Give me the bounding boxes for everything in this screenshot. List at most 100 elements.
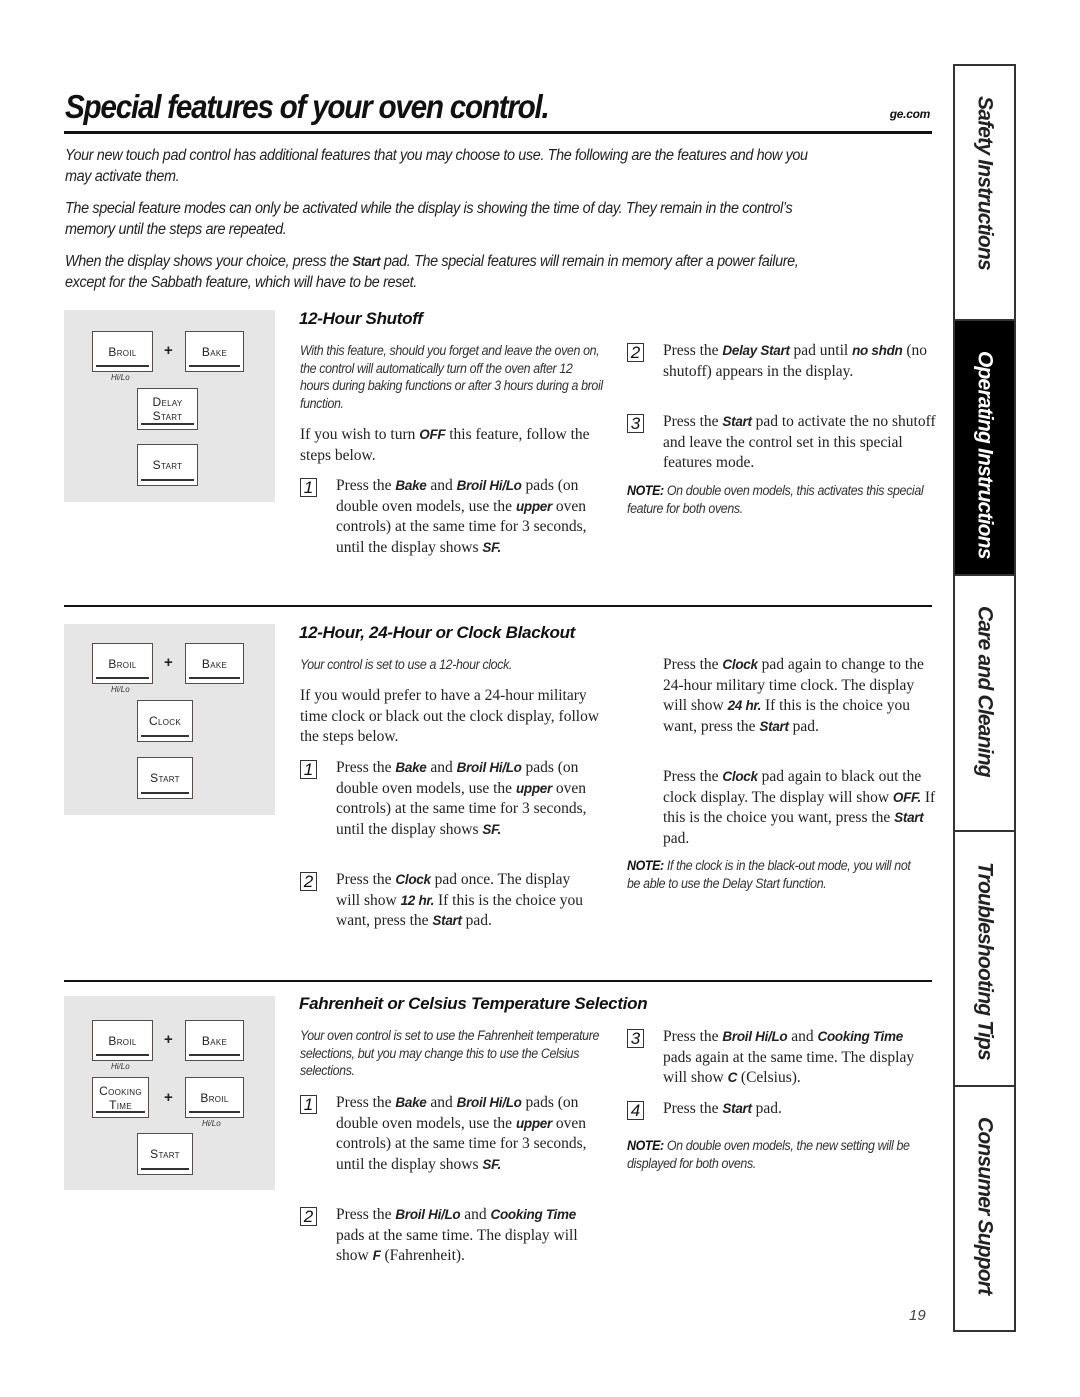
delay-start-pad[interactable]: Delay Start: [137, 388, 198, 430]
broil-pad[interactable]: Broil: [185, 1077, 244, 1118]
bake-pad[interactable]: Bake: [185, 643, 244, 684]
emphasis-text: upper: [515, 498, 552, 514]
emphasis-text: Bake: [395, 760, 427, 775]
broil-pad[interactable]: Broil: [92, 331, 153, 372]
emphasis-text: Delay Start: [722, 343, 790, 358]
emphasis-text: OFF.: [892, 789, 921, 805]
hilo-label: Hi/Lo: [111, 373, 130, 382]
tab-care-and-cleaning[interactable]: Care and Cleaning: [955, 574, 1014, 830]
text-span: and: [460, 1206, 491, 1223]
text-span: Press the: [336, 1206, 396, 1223]
text-span: pad.: [663, 829, 690, 847]
emphasis-text: 24 hr.: [727, 698, 762, 713]
tab-troubleshooting-tips[interactable]: Troubleshooting Tips: [955, 830, 1014, 1085]
bake-pad[interactable]: Bake: [185, 1020, 244, 1061]
text-span: NOTE:: [627, 1138, 664, 1153]
text-span: Care and Cleaning: [973, 606, 997, 777]
text-span: On double oven models, the new setting w…: [627, 1138, 910, 1171]
hilo-label: Hi/Lo: [202, 1119, 221, 1128]
site-link[interactable]: ge.com: [890, 107, 931, 121]
text-span: and: [426, 1094, 457, 1111]
shutoff-step-3: 3 Press the Start pad to activate the no…: [627, 412, 937, 474]
text-span: (Celsius).: [737, 1069, 801, 1086]
clock-note: NOTE: If the clock is in the black-out m…: [627, 857, 921, 892]
start-pad[interactable]: Start: [137, 757, 193, 799]
text-span: Broil: [108, 1033, 137, 1048]
emphasis-text: Start: [722, 414, 752, 429]
text-span: Operating Instructions: [973, 351, 997, 559]
hilo-label: Hi/Lo: [111, 1062, 130, 1071]
hilo-label: Hi/Lo: [111, 685, 130, 694]
broil-pad[interactable]: Broil: [92, 643, 153, 684]
tab-operating-instructions[interactable]: Operating Instructions: [955, 319, 1014, 574]
broil-pad[interactable]: Broil: [92, 1020, 153, 1061]
section-divider: [64, 980, 932, 982]
text-span: and: [787, 1028, 818, 1045]
text-span: and: [426, 477, 457, 494]
text-span: Press the: [336, 477, 396, 494]
section-title-shutoff: 12-Hour Shutoff: [299, 309, 423, 328]
plus-sign: +: [164, 1089, 173, 1106]
text-span: Press the: [663, 656, 723, 673]
section-tabs: Safety Instructions Operating Instructio…: [953, 64, 1016, 1332]
emphasis-text: Bake: [395, 478, 427, 493]
section-divider: [64, 605, 932, 607]
text-span: 2: [300, 872, 317, 891]
text-span: Press the: [336, 871, 396, 888]
emphasis-text: Clock: [395, 872, 431, 887]
text-span: If the clock is in the black-out mode, y…: [627, 858, 911, 891]
start-pad[interactable]: Start: [137, 444, 198, 486]
text-span: Consumer Support: [973, 1117, 997, 1295]
emphasis-text: SF.: [482, 539, 501, 555]
text-span: Bake: [201, 656, 228, 671]
shutoff-note: NOTE: On double oven models, this activa…: [627, 482, 931, 517]
section-title-clock: 12-Hour, 24-Hour or Clock Blackout: [299, 623, 576, 642]
plus-sign: +: [164, 654, 173, 671]
start-pad[interactable]: Start: [137, 1133, 193, 1175]
emphasis-text: Broil Hi/Lo: [456, 1095, 522, 1110]
tab-safety-instructions[interactable]: Safety Instructions: [955, 66, 1014, 319]
text-span: 3: [627, 1029, 644, 1048]
emphasis-text: Broil Hi/Lo: [395, 1207, 461, 1222]
text-span: Press the: [336, 1094, 396, 1111]
emphasis-text: 12 hr.: [400, 892, 435, 908]
clock-step-1: 1 Press the Bake and Broil Hi/Lo pads (o…: [300, 758, 610, 840]
text-span: Time: [109, 1097, 132, 1112]
bake-pad[interactable]: Bake: [185, 331, 244, 372]
emphasis-text: upper: [515, 1115, 552, 1131]
text-span: Bake: [201, 344, 228, 359]
text-span: Start: [152, 409, 183, 423]
emphasis-text: Start: [432, 913, 462, 928]
temperature-step-2: 2 Press the Broil Hi/Lo and Cooking Time…: [300, 1205, 590, 1267]
text-span: and: [426, 759, 457, 776]
emphasis-text: Cooking Time: [817, 1029, 904, 1044]
tab-consumer-support[interactable]: Consumer Support: [955, 1085, 1014, 1330]
page-number: 19: [909, 1307, 926, 1324]
control-panel-illustration-shutoff: Broil + Bake Hi/Lo Delay Start Start: [64, 310, 275, 502]
clock-step-2-cont-blackout: Press the Clock pad again to black out t…: [627, 767, 939, 849]
text-span: pad.: [751, 1100, 782, 1117]
emphasis-text: Clock: [722, 657, 758, 672]
text-span: NOTE:: [627, 858, 664, 873]
emphasis-text: Broil Hi/Lo: [456, 478, 522, 493]
clock-description: Your control is set to use a 12-hour clo…: [300, 657, 513, 672]
emphasis-text: Start: [759, 718, 789, 734]
emphasis-text: SF.: [482, 821, 501, 837]
text-span: 4: [627, 1101, 644, 1120]
clock-pad[interactable]: Clock: [137, 700, 193, 742]
emphasis-text: Cooking Time: [490, 1207, 577, 1222]
title-rule: [64, 131, 932, 134]
text-span: Press the: [663, 342, 723, 359]
clock-step-2-cont-24hr: Press the Clock pad again to change to t…: [627, 655, 939, 737]
text-span: Broil: [200, 1090, 229, 1105]
control-panel-illustration-temperature: Broil + Bake Hi/Lo Cooking Time + Broil H…: [64, 996, 275, 1190]
text-span: NOTE:: [627, 483, 664, 498]
text-span: Broil: [108, 656, 137, 671]
text-span: 2: [300, 1207, 317, 1226]
text-span: Press the: [663, 1100, 723, 1117]
text-span: Broil: [108, 344, 137, 359]
text-span: 3: [627, 414, 644, 433]
emphasis-text: Bake: [395, 1095, 427, 1110]
text-span: pad until: [789, 342, 853, 359]
cooking-time-pad[interactable]: Cooking Time: [92, 1077, 149, 1118]
